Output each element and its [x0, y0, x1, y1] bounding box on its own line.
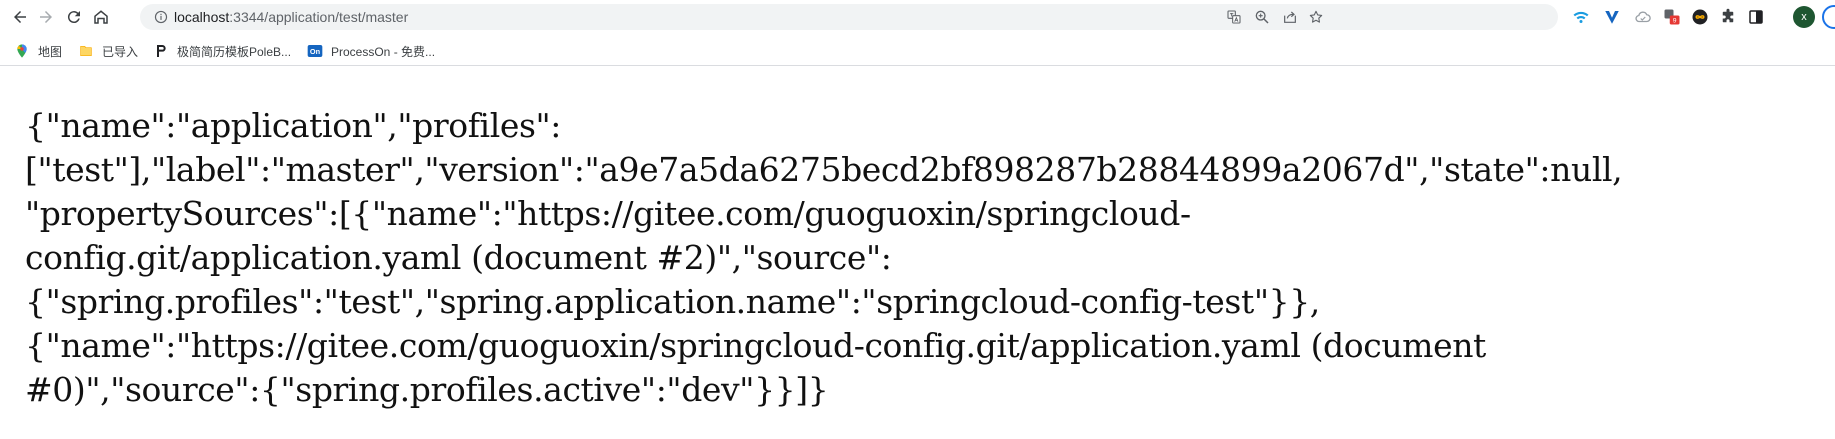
bookmark-star-button[interactable] — [1308, 9, 1324, 25]
cloud-icon — [1635, 11, 1651, 23]
share-button[interactable] — [1282, 9, 1298, 25]
reload-icon — [67, 11, 80, 24]
forward-arrow-icon — [40, 11, 52, 23]
back-button[interactable] — [8, 5, 32, 29]
json-line: {"spring.profiles":"test","spring.applic… — [25, 282, 1320, 321]
bookmarks-bar: 地图 已导入 极简简历模板PoleB... On ProcessOn - 免费.… — [0, 36, 1835, 66]
home-button[interactable] — [89, 5, 113, 29]
map-pin-icon — [14, 43, 30, 59]
json-line: #0)","source":{"spring.profiles.active":… — [25, 370, 829, 409]
info-icon[interactable] — [154, 10, 168, 24]
bookmark-label: 极简简历模板PoleB... — [177, 44, 292, 59]
infinity-icon — [1692, 9, 1708, 25]
url-path: :3344/application/test/master — [229, 9, 409, 25]
zoom-icon — [1255, 10, 1269, 24]
browser-toolbar: localhost:3344/application/test/master 9… — [0, 0, 1835, 34]
address-bar[interactable]: localhost:3344/application/test/master — [140, 4, 1558, 30]
translate-icon — [1227, 10, 1241, 24]
reload-button[interactable] — [62, 5, 86, 29]
profile-ring-icon[interactable] — [1822, 5, 1835, 29]
url-host: localhost — [174, 9, 230, 25]
translate-button[interactable] — [1226, 9, 1242, 25]
processon-icon: On — [307, 43, 323, 59]
svg-text:On: On — [310, 47, 321, 56]
json-line: "propertySources":[{"name":"https://gite… — [25, 194, 1191, 233]
json-response-body: {"name":"application","profiles": ["test… — [25, 104, 1825, 412]
star-icon — [1309, 10, 1323, 23]
v-extension-button[interactable] — [1602, 7, 1622, 27]
back-arrow-icon — [14, 11, 26, 23]
folder-icon — [78, 43, 94, 59]
puzzle-icon — [1722, 8, 1734, 23]
home-icon — [94, 10, 108, 24]
cloud-extension-button[interactable] — [1633, 7, 1653, 27]
wifi-icon — [1573, 11, 1589, 23]
json-line: {"name":"https://gitee.com/guoguoxin/spr… — [25, 326, 1486, 365]
bookmark-poleb[interactable]: 极简简历模板PoleB... — [153, 42, 291, 60]
zoom-button[interactable] — [1254, 9, 1270, 25]
pen-icon — [153, 43, 169, 59]
bookmark-map[interactable]: 地图 — [14, 42, 62, 60]
json-line: config.git/application.yaml (document #2… — [25, 238, 892, 277]
bookmark-label: 地图 — [38, 44, 63, 59]
json-line: ["test"],"label":"master","version":"a9e… — [25, 150, 1623, 189]
bookmark-processon[interactable]: On ProcessOn - 免费... — [307, 42, 435, 60]
svg-text:9: 9 — [1673, 18, 1677, 25]
infinity-extension-button[interactable] — [1690, 7, 1710, 27]
wifi-extension-button[interactable] — [1571, 7, 1591, 27]
side-panel-icon — [1749, 10, 1763, 24]
side-panel-button[interactable] — [1746, 7, 1766, 27]
extension-badge-icon: 9 — [1664, 9, 1680, 25]
forward-button[interactable] — [34, 5, 58, 29]
bookmark-label: ProcessOn - 免费... — [331, 44, 436, 59]
red-extension-button[interactable]: 9 — [1662, 7, 1682, 27]
bookmark-label: 已导入 — [102, 44, 139, 59]
extensions-button[interactable] — [1718, 7, 1738, 27]
json-line: {"name":"application","profiles": — [25, 106, 562, 145]
share-icon — [1284, 11, 1296, 23]
bookmark-imported-folder[interactable]: 已导入 — [78, 42, 138, 60]
profile-avatar[interactable]: x — [1793, 6, 1815, 28]
url-text[interactable]: localhost:3344/application/test/master — [174, 8, 408, 26]
v-logo-icon — [1605, 11, 1619, 24]
